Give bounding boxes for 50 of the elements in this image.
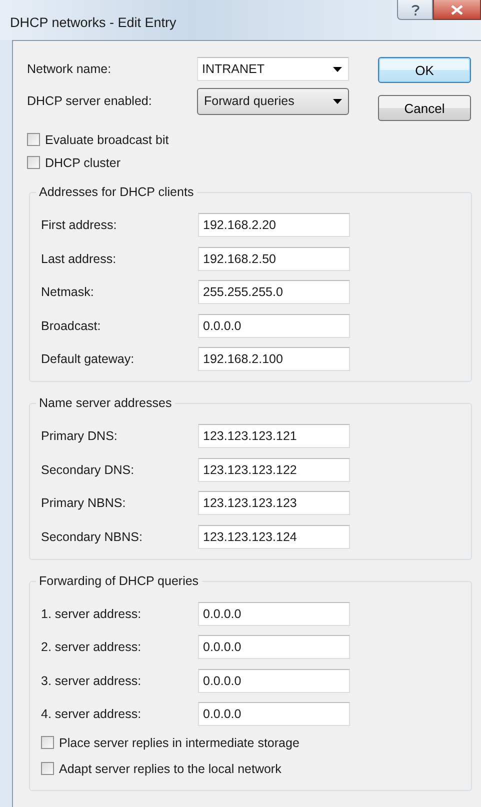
field-label: Primary NBNS: [41, 496, 127, 510]
field-label: Netmask: [41, 285, 95, 299]
caret-icon [333, 66, 342, 72]
field-label: Broadcast: [41, 318, 102, 332]
close-button[interactable] [433, 0, 481, 20]
dialog-button[interactable]: Cancel [378, 95, 471, 121]
field-label: First address: [41, 218, 118, 232]
input-field[interactable]: 255.255.255.0 [198, 280, 350, 304]
input-field[interactable]: 0.0.0.0 [198, 602, 350, 626]
field-label: Secondary DNS: [41, 462, 136, 476]
help-icon [410, 4, 420, 16]
group-title: Name server addresses [36, 396, 175, 410]
field-label: 3. server address: [41, 674, 142, 688]
input-field[interactable]: 123.123.123.124 [198, 524, 350, 548]
field-label: 1. server address: [41, 606, 142, 620]
checkbox-label: DHCP cluster [45, 156, 120, 170]
checkbox[interactable] [41, 762, 54, 775]
input-field[interactable]: 192.168.2.20 [198, 213, 350, 237]
checkbox-label: Place server replies in intermediate storage [59, 736, 300, 750]
group-title: Forwarding of DHCP queries [36, 574, 202, 588]
input-field[interactable]: 0.0.0.0 [198, 668, 350, 692]
close-icon [451, 4, 463, 14]
caret-icon [333, 98, 342, 104]
group-title: Addresses for DHCP clients [36, 185, 197, 199]
field-label: Secondary NBNS: [41, 530, 144, 544]
field-label: Last address: [41, 252, 118, 266]
input-field[interactable]: 0.0.0.0 [198, 635, 350, 659]
help-button[interactable] [397, 0, 433, 20]
input-field[interactable]: 192.168.2.50 [198, 246, 350, 270]
dropdown[interactable]: Forward queries [197, 88, 349, 114]
input-field[interactable]: 0.0.0.0 [198, 314, 350, 338]
checkbox[interactable] [41, 736, 54, 749]
input-field[interactable]: 123.123.123.122 [198, 458, 350, 482]
checkbox[interactable] [27, 156, 40, 169]
field-label: Primary DNS: [41, 429, 118, 443]
field-label: 4. server address: [41, 707, 142, 721]
field-label: DHCP server enabled: [27, 94, 153, 108]
checkbox[interactable] [27, 133, 40, 146]
checkbox-label: Adapt server replies to the local network [59, 762, 282, 776]
window-title: DHCP networks - Edit Entry [9, 14, 176, 30]
field-label: Default gateway: [41, 352, 136, 366]
input-field[interactable]: 123.123.123.123 [198, 491, 350, 515]
field-label: 2. server address: [41, 640, 142, 654]
checkbox-label: Evaluate broadcast bit [45, 132, 169, 146]
input-field[interactable]: 0.0.0.0 [198, 702, 350, 726]
combo-box[interactable]: INTRANET [197, 57, 349, 81]
input-field[interactable]: 192.168.2.100 [198, 347, 350, 371]
input-field[interactable]: 123.123.123.121 [198, 424, 350, 448]
field-label: Network name: [27, 62, 112, 76]
dialog-button[interactable]: OK [378, 57, 471, 83]
